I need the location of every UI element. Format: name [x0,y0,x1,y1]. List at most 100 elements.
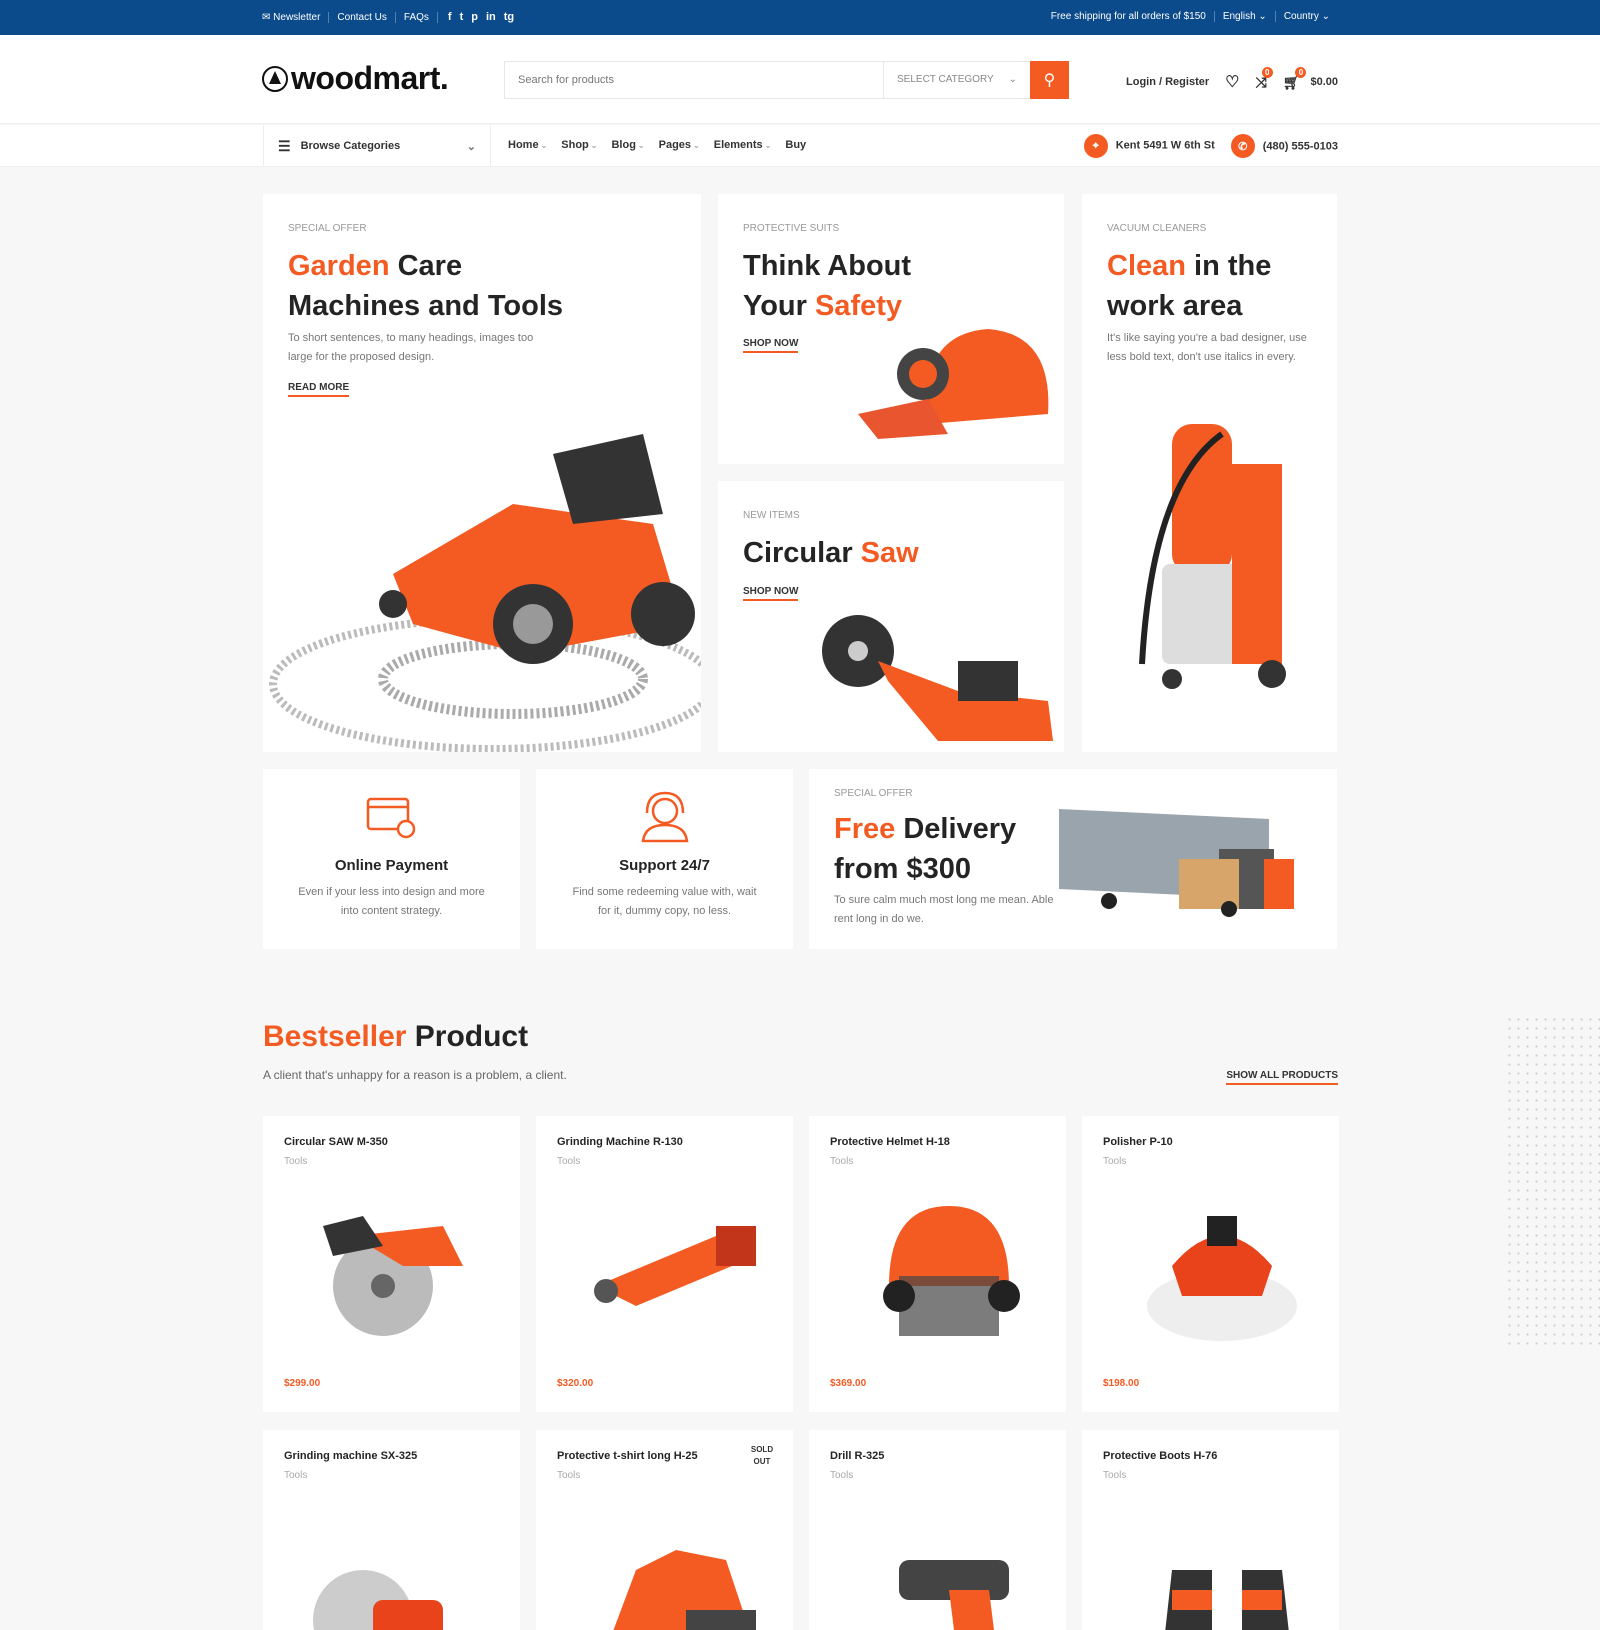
shipping-notice: Free shipping for all orders of $150 [1050,11,1206,22]
nav-shop[interactable]: Shop ⌄ [561,139,597,151]
nav-label: Blog [611,139,636,151]
twitter-icon[interactable]: t [460,11,464,23]
circular-saw-image [822,615,1053,741]
banner-safety[interactable]: PROTECTIVE SUITS Think About Your Safety … [718,194,1064,464]
shop-now-link[interactable]: SHOP NOW [743,338,799,353]
browse-label: Browse Categories [300,140,401,152]
product-card[interactable]: Grinding machine SX-325 Tools [263,1430,520,1630]
language-label: English [1222,11,1256,22]
product-card[interactable]: Protective Boots H-76 Tools [1082,1430,1339,1630]
banner-kicker: SPECIAL OFFER [834,788,913,799]
banner-title: Garden Care Machines and Tools [288,250,564,322]
category-select[interactable]: SELECT CATEGORY ⌄ [884,62,1030,98]
product-card[interactable]: Protective Helmet H-18 Tools $369.00 [809,1116,1066,1412]
compare-icon[interactable]: ⤨ 0 [1255,66,1273,91]
nav-label: Pages [658,139,692,151]
feature-title: Online Payment [334,857,449,874]
nav-buy[interactable]: Buy [785,139,806,151]
product-category[interactable]: Tools [1103,1156,1126,1167]
product-card[interactable]: Polisher P-10 Tools $198.00 [1082,1116,1339,1412]
feature-support: Support 24/7 Find some redeeming value w… [536,769,793,949]
banner-circular-saw[interactable]: NEW ITEMS Circular Saw SHOP NOW [718,481,1064,752]
banner-free-delivery[interactable]: SPECIAL OFFER Free Delivery from $300 To … [809,769,1337,949]
pinterest-icon[interactable]: p [471,11,478,23]
product-name[interactable]: Drill R-325 [830,1450,884,1462]
cart-button[interactable]: 🛒︎ 0 $0.00 [1283,66,1338,91]
product-category[interactable]: Tools [1103,1470,1126,1481]
banner-garden-care[interactable]: SPECIAL OFFER Garden Care Machines and To… [263,194,701,752]
search-button[interactable]: ⚲ [1030,61,1069,99]
nav-label: Elements [713,139,763,151]
product-name[interactable]: Grinding machine SX-325 [284,1450,417,1462]
product-category[interactable]: Tools [830,1156,853,1167]
address: ⌖ Kent 5491 W 6th St [1083,134,1215,158]
nav-pages[interactable]: Pages ⌄ [659,139,700,151]
search-input[interactable]: Search for products [505,62,884,98]
banner-vacuum[interactable]: VACUUM CLEANERS Clean in the work area It… [1082,194,1337,752]
product-price: $369.00 [830,1378,867,1389]
credit-card-icon [366,797,415,839]
wishlist-icon[interactable]: ♡ [1225,72,1239,92]
banner-text: To sure calm much most long me mean. Abl… [834,894,1054,925]
product-name[interactable]: Protective t-shirt long H-25 [557,1450,698,1462]
banner-kicker: SPECIAL OFFER [288,223,367,234]
linkedin-icon[interactable]: in [486,11,496,23]
product-category[interactable]: Tools [557,1470,580,1481]
headset-icon [641,791,688,843]
product-card[interactable]: Circular SAW M-350 Tools $299.00 [263,1116,520,1412]
product-card[interactable]: Grinding Machine R-130 Tools $320.00 [536,1116,793,1412]
login-link[interactable]: Login / Register [1126,76,1209,88]
product-image [594,1226,756,1306]
language-select[interactable]: English ⌄ [1213,11,1275,22]
product-image [613,1550,756,1630]
product-category[interactable]: Tools [284,1470,307,1481]
banner-text: To short sentences, to many headings, im… [288,332,534,363]
nav-label: Home [508,139,539,151]
phone[interactable]: ✆ (480) 555-0103 [1230,134,1338,158]
cart-icon: 🛒︎ 0 [1283,66,1307,91]
country-select[interactable]: Country ⌄ [1274,11,1338,22]
cart-total: $0.00 [1310,76,1338,88]
faqs-link[interactable]: FAQs [396,11,438,23]
product-image [899,1560,1009,1630]
newsletter-label: Newsletter [273,11,321,23]
product-card[interactable]: Protective t-shirt long H-25 Tools SOLD … [536,1430,793,1630]
safety-helmet-image [858,329,1049,439]
sold-out-badge: SOLD OUT [750,1445,774,1466]
tree-icon [262,65,288,92]
address-text: Kent 5491 W 6th St [1115,139,1215,152]
contact-link[interactable]: Contact Us [329,11,396,23]
header: woodmart. Search for products SELECT CAT… [0,35,1600,124]
feature-online-payment: Online Payment Even if your less into de… [263,769,520,949]
phone-icon: ✆ [1230,134,1255,158]
banner-text: It's like saying you're a bad designer, … [1107,332,1307,363]
nav-elements[interactable]: Elements ⌄ [714,139,772,151]
show-all-products-link[interactable]: SHOW ALL PRODUCTS [1226,1070,1338,1085]
logo[interactable]: woodmart. [262,60,449,97]
delivery-truck-image [1059,809,1294,917]
telegram-icon[interactable]: tg [504,11,514,23]
product-name[interactable]: Protective Boots H-76 [1103,1450,1217,1462]
menu-icon: ☰ [278,137,291,154]
browse-categories[interactable]: ☰ Browse Categories ⌄ [263,125,491,167]
banner-kicker: VACUUM CLEANERS [1107,223,1207,234]
cart-count: 0 [1295,66,1307,78]
feature-title: Support 24/7 [619,857,710,874]
nav-blog[interactable]: Blog ⌄ [611,139,644,151]
product-category[interactable]: Tools [557,1156,580,1167]
compare-count: 0 [1261,66,1273,78]
product-category[interactable]: Tools [830,1470,853,1481]
shop-now-link[interactable]: SHOP NOW [743,586,799,601]
product-name[interactable]: Circular SAW M-350 [284,1136,388,1148]
product-name[interactable]: Grinding Machine R-130 [557,1136,683,1148]
newsletter-link[interactable]: ✉ Newsletter [262,11,330,23]
product-name[interactable]: Polisher P-10 [1103,1136,1173,1148]
banner-title: Free Delivery from $300 [834,813,1017,885]
facebook-icon[interactable]: f [448,11,452,23]
category-label: SELECT CATEGORY [897,74,994,85]
nav-home[interactable]: Home ⌄ [508,139,547,151]
product-category[interactable]: Tools [284,1156,307,1167]
product-price: $198.00 [1103,1378,1140,1389]
product-name[interactable]: Protective Helmet H-18 [830,1136,950,1148]
product-card[interactable]: Drill R-325 Tools [809,1430,1066,1630]
